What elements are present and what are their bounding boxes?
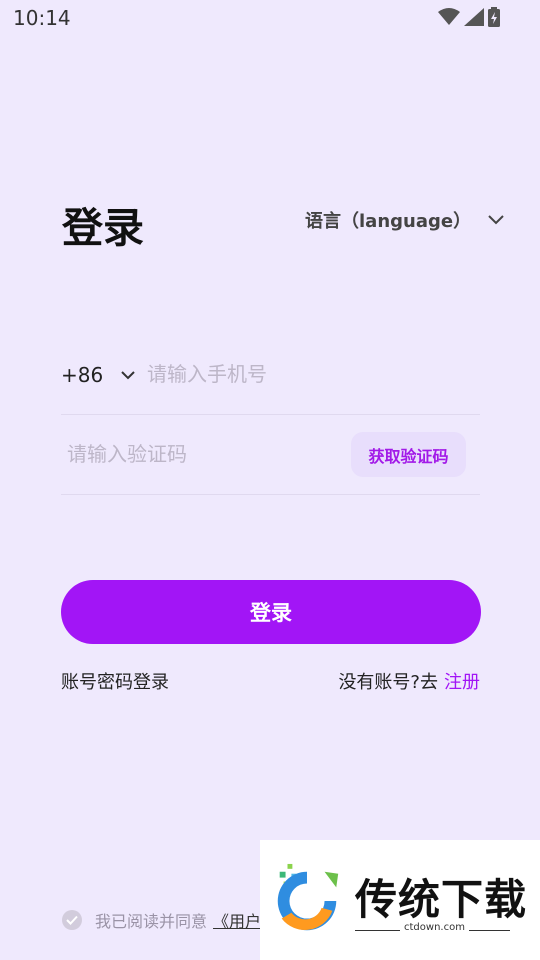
verification-code-input[interactable] [67,437,337,471]
get-code-button[interactable]: 获取验证码 [351,432,466,477]
cell-signal-icon [464,8,484,26]
register-row: 没有账号?去 注册 [338,668,480,694]
watermark-logo-icon [277,863,339,931]
status-icons [438,7,500,27]
register-prompt: 没有账号?去 [338,672,438,693]
agreement-checkbox[interactable] [62,910,82,930]
user-agreement-link[interactable]: 《用户 [213,908,261,932]
status-time: 10:14 [13,6,71,30]
phone-input[interactable] [147,357,467,391]
language-label: 语言（language） [305,211,472,232]
watermark-title: 传统下载 [355,875,528,924]
country-code-selector[interactable]: +86 [61,363,135,387]
agreement-row: 我已阅读并同意 《用户 [62,908,261,932]
language-selector[interactable]: 语言（language） [305,207,504,233]
wifi-icon [438,8,460,26]
country-code: +86 [61,363,104,387]
code-row: 获取验证码 [61,415,480,495]
chevron-down-icon [488,215,504,225]
battery-charging-icon [488,7,500,27]
chevron-down-icon [121,370,135,380]
phone-row: +86 [61,345,480,415]
watermark-domain: ctdown.com [400,922,469,933]
password-login-link[interactable]: 账号密码登录 [61,668,169,694]
watermark-overlay: 传统下载 ctdown.com [260,840,540,960]
register-link[interactable]: 注册 [444,668,480,694]
page-title: 登录 [62,204,144,252]
agreement-text: 我已阅读并同意 [95,912,208,931]
status-bar: 10:14 [0,0,540,36]
login-button[interactable]: 登录 [61,580,481,644]
